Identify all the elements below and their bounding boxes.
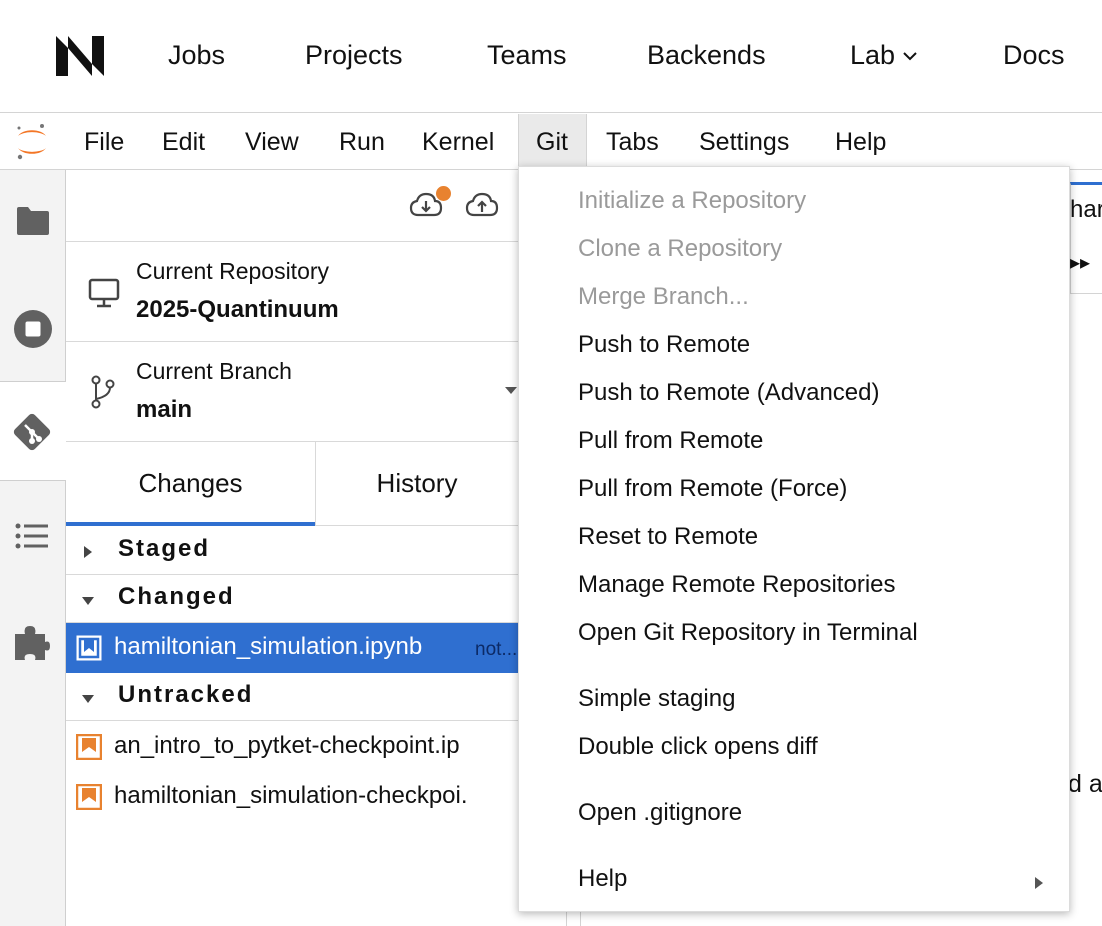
nav-projects[interactable]: Projects xyxy=(305,40,403,71)
menu-run[interactable]: Run xyxy=(339,128,385,157)
menu-manage-remotes[interactable]: Manage Remote Repositories xyxy=(578,571,896,599)
nav-docs[interactable]: Docs xyxy=(1003,40,1065,71)
changed-file-row[interactable]: hamiltonian_simulation.ipynb not... xyxy=(66,623,518,673)
notification-dot xyxy=(436,186,451,201)
file-browser-tab[interactable] xyxy=(0,170,66,270)
tab-changes[interactable]: Changes xyxy=(66,442,315,526)
menu-double-click-diff[interactable]: Double click opens diff xyxy=(578,733,818,761)
menu-help[interactable]: Help xyxy=(835,128,886,157)
git-dropdown-menu: Initialize a Repository Clone a Reposito… xyxy=(518,166,1070,912)
nav-jobs[interactable]: Jobs xyxy=(168,40,225,71)
changed-file-status: not... xyxy=(475,639,518,660)
staged-title: Staged xyxy=(118,535,211,562)
desktop-icon xyxy=(88,278,120,308)
git-panel: Current Repository 2025-Quantinuum Curre… xyxy=(66,170,518,926)
untracked-section-header[interactable]: Untracked xyxy=(66,673,518,721)
extensions-tab[interactable] xyxy=(0,594,66,694)
running-sessions-tab[interactable] xyxy=(0,276,66,376)
notebook-file-icon xyxy=(76,734,102,760)
menu-git[interactable]: Git xyxy=(518,114,587,171)
menu-simple-staging[interactable]: Simple staging xyxy=(578,685,735,713)
untracked-file-name: an_intro_to_pytket-checkpoint.ip xyxy=(114,732,460,759)
nav-backends[interactable]: Backends xyxy=(647,40,766,71)
current-branch[interactable]: Current Branch main xyxy=(66,342,518,442)
run-all-icon[interactable]: ▸▸ xyxy=(1070,250,1090,275)
untracked-file-row[interactable]: hamiltonian_simulation-checkpoi. xyxy=(66,772,518,822)
menu-git-label: Git xyxy=(536,128,568,156)
submenu-arrow-icon xyxy=(1035,877,1043,889)
menu-view[interactable]: View xyxy=(245,128,299,157)
menu-push-to-remote-advanced[interactable]: Push to Remote (Advanced) xyxy=(578,379,880,407)
menu-push-to-remote[interactable]: Push to Remote xyxy=(578,331,750,359)
menu-reset-to-remote[interactable]: Reset to Remote xyxy=(578,523,758,551)
puzzle-icon xyxy=(15,626,50,660)
staged-section-header[interactable]: Staged xyxy=(66,527,518,575)
menu-clone-repository: Clone a Repository xyxy=(578,235,783,262)
divider xyxy=(566,910,567,926)
tab-history[interactable]: History xyxy=(315,442,518,526)
git-toolbar xyxy=(66,170,518,242)
untracked-file-row[interactable]: an_intro_to_pytket-checkpoint.ip xyxy=(66,722,518,772)
caret-down-icon xyxy=(82,597,94,605)
menu-edit[interactable]: Edit xyxy=(162,128,205,157)
menu-initialize-repository: Initialize a Repository xyxy=(578,187,807,214)
git-icon xyxy=(13,413,51,451)
nav-teams[interactable]: Teams xyxy=(487,40,567,71)
menu-file[interactable]: File xyxy=(84,128,124,157)
quantinuum-logo[interactable] xyxy=(54,34,106,78)
repo-label: Current Repository xyxy=(136,258,330,284)
notebook-file-icon xyxy=(76,635,102,661)
divider xyxy=(580,910,581,926)
jupyter-logo-icon[interactable] xyxy=(14,122,50,162)
repo-name: 2025-Quantinuum xyxy=(136,296,339,323)
caret-right-icon xyxy=(84,546,92,558)
git-tab[interactable] xyxy=(0,381,67,481)
folder-icon xyxy=(17,207,49,235)
nav-lab-label: Lab xyxy=(850,40,896,70)
push-cloud-upload-icon[interactable] xyxy=(465,192,499,218)
branch-icon xyxy=(91,375,115,409)
notebook-file-icon xyxy=(76,784,102,810)
menu-pull-from-remote[interactable]: Pull from Remote xyxy=(578,427,763,455)
untracked-file-name: hamiltonian_simulation-checkpoi. xyxy=(114,782,468,809)
current-repository[interactable]: Current Repository 2025-Quantinuum xyxy=(66,242,518,342)
changed-section-header[interactable]: Changed xyxy=(66,575,518,623)
site-navbar: Jobs Projects Teams Backends Lab Docs xyxy=(0,0,1102,113)
branch-dropdown-caret-icon[interactable] xyxy=(505,387,517,395)
menu-git-help[interactable]: Help xyxy=(578,865,627,893)
jupyter-menubar: File Edit View Run Kernel Git Tabs Setti… xyxy=(0,114,1102,171)
menu-open-in-terminal[interactable]: Open Git Repository in Terminal xyxy=(578,619,918,647)
changed-file-name: hamiltonian_simulation.ipynb xyxy=(114,633,423,660)
table-of-contents-tab[interactable] xyxy=(0,488,66,588)
menu-kernel[interactable]: Kernel xyxy=(422,128,494,157)
chevron-down-icon xyxy=(903,52,917,61)
changed-title: Changed xyxy=(118,583,235,610)
notebook-text: d a xyxy=(1068,770,1102,798)
notebook-tab-title: har xyxy=(1070,196,1102,223)
nav-lab[interactable]: Lab xyxy=(850,40,917,71)
menu-tabs[interactable]: Tabs xyxy=(606,128,659,157)
menu-merge-branch: Merge Branch... xyxy=(578,283,749,310)
left-activity-bar xyxy=(0,170,67,926)
menu-open-gitignore[interactable]: Open .gitignore xyxy=(578,799,742,827)
menu-pull-from-remote-force[interactable]: Pull from Remote (Force) xyxy=(578,475,847,503)
stop-circle-icon xyxy=(14,310,52,348)
list-icon xyxy=(15,523,48,549)
untracked-title: Untracked xyxy=(118,681,254,708)
branch-label: Current Branch xyxy=(136,358,292,384)
git-panel-tabs: Changes History xyxy=(66,442,518,526)
menu-settings[interactable]: Settings xyxy=(699,128,789,157)
branch-name: main xyxy=(136,396,193,423)
caret-down-icon xyxy=(82,695,94,703)
